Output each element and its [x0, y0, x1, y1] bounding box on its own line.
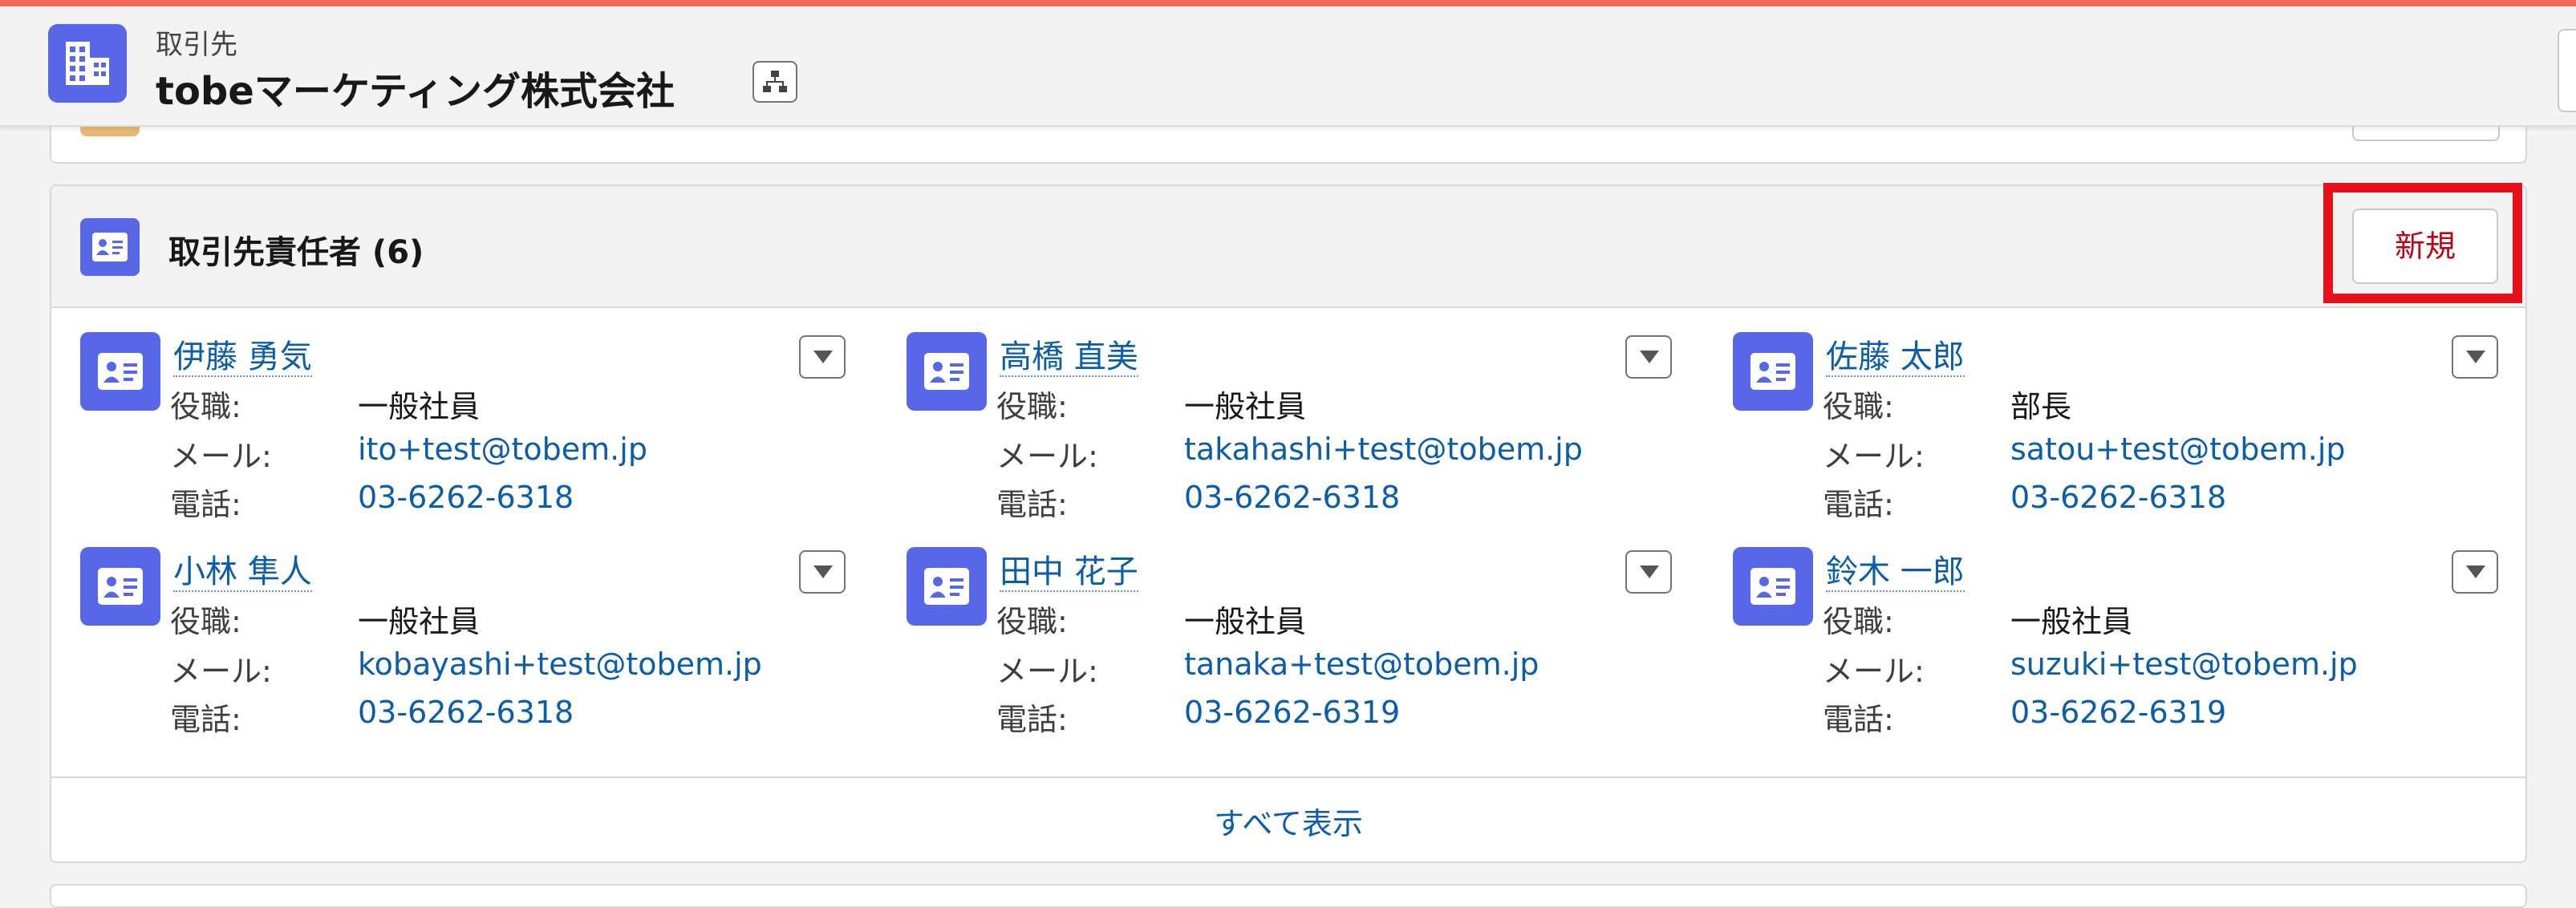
phone-link[interactable]: 03-6262-6318 — [1184, 480, 1400, 515]
contact-tile: 小林 隼人 役職: 一般社員 メール: kobayashi+test@tobem… — [80, 547, 882, 756]
contact-name-link[interactable]: 伊藤 勇気 — [173, 338, 312, 377]
contact-actions-button[interactable] — [1625, 335, 1672, 379]
email-link[interactable]: ito+test@tobem.jp — [358, 432, 647, 467]
contact-name-link[interactable]: 田中 花子 — [1000, 553, 1138, 592]
contact-avatar-icon — [907, 547, 987, 626]
chevron-down-icon — [1640, 351, 1659, 363]
contact-avatar-icon — [1733, 332, 1813, 411]
email-label: メール: — [170, 654, 272, 689]
email-label: メール: — [1823, 439, 1925, 474]
role-label: 役職: — [996, 604, 1068, 639]
role-label: 役職: — [1823, 604, 1894, 639]
header-action-button[interactable] — [2558, 29, 2576, 112]
contact-name-link[interactable]: 高橋 直美 — [1000, 338, 1138, 377]
contact-tile: 佐藤 太郎 役職: 部長 メール: satou+test@tobem.jp 電話… — [1733, 332, 2535, 541]
next-related-list-card — [50, 884, 2527, 908]
contact-avatar-icon — [80, 332, 160, 411]
email-label: メール: — [996, 654, 1098, 689]
contact-actions-button[interactable] — [2452, 335, 2498, 379]
contact-tile: 鈴木 一郎 役職: 一般社員 メール: suzuki+test@tobem.jp… — [1733, 547, 2535, 756]
object-type-label: 取引先 — [156, 29, 237, 61]
phone-label: 電話: — [1823, 702, 1894, 737]
email-link[interactable]: tanaka+test@tobem.jp — [1184, 647, 1539, 682]
phone-label: 電話: — [1823, 487, 1894, 522]
contact-actions-button[interactable] — [1625, 550, 1672, 594]
contact-avatar-icon — [80, 547, 160, 626]
email-link[interactable]: kobayashi+test@tobem.jp — [358, 647, 762, 682]
email-label: メール: — [996, 439, 1098, 474]
phone-label: 電話: — [996, 702, 1068, 737]
chevron-down-icon — [2466, 565, 2485, 578]
building-icon — [48, 24, 127, 103]
phone-label: 電話: — [170, 702, 241, 737]
phone-link[interactable]: 03-6262-6318 — [2010, 480, 2226, 515]
contact-card-icon — [80, 218, 140, 276]
record-title: tobeマーケティング株式会社 — [156, 69, 675, 114]
card-footer: すべて表示 — [51, 776, 2525, 863]
contact-actions-button[interactable] — [2452, 550, 2498, 594]
role-label: 役職: — [170, 604, 241, 639]
highlight-annotation-box — [2323, 183, 2522, 303]
phone-link[interactable]: 03-6262-6318 — [358, 695, 574, 730]
contact-name-link[interactable]: 佐藤 太郎 — [1826, 338, 1965, 377]
contact-name-link[interactable]: 鈴木 一郎 — [1826, 553, 1965, 592]
chevron-down-icon — [1640, 565, 1659, 578]
phone-link[interactable]: 03-6262-6318 — [358, 480, 574, 515]
email-link[interactable]: takahashi+test@tobem.jp — [1184, 432, 1583, 467]
role-label: 役職: — [1823, 389, 1894, 424]
role-value: 一般社員 — [2010, 604, 2133, 639]
contact-avatar-icon — [907, 332, 987, 411]
phone-label: 電話: — [170, 487, 241, 522]
chevron-down-icon — [813, 351, 833, 363]
contact-actions-button[interactable] — [799, 335, 846, 379]
chevron-down-icon — [2466, 351, 2485, 363]
phone-link[interactable]: 03-6262-6319 — [1184, 695, 1400, 730]
contact-tile: 高橋 直美 役職: 一般社員 メール: takahashi+test@tobem… — [907, 332, 1709, 541]
role-label: 役職: — [170, 389, 241, 424]
email-label: メール: — [170, 439, 272, 474]
hierarchy-icon — [763, 71, 787, 92]
role-value: 一般社員 — [358, 604, 481, 639]
contact-avatar-icon — [1733, 547, 1813, 626]
chevron-down-icon — [813, 565, 833, 578]
email-link[interactable]: satou+test@tobem.jp — [2010, 432, 2346, 467]
phone-link[interactable]: 03-6262-6319 — [2010, 695, 2226, 730]
top-accent-bar — [0, 0, 2576, 6]
role-value: 一般社員 — [1184, 604, 1307, 639]
view-all-link[interactable]: すべて表示 — [51, 799, 2525, 843]
contact-name-link[interactable]: 小林 隼人 — [173, 553, 312, 592]
card-header: 取引先責任者 (6) 新規 — [51, 186, 2525, 308]
email-link[interactable]: suzuki+test@tobem.jp — [2010, 647, 2358, 682]
role-value: 一般社員 — [1184, 389, 1307, 424]
role-value: 部長 — [2010, 389, 2072, 424]
contact-tile: 田中 花子 役職: 一般社員 メール: tanaka+test@tobem.jp… — [907, 547, 1709, 756]
role-value: 一般社員 — [358, 389, 481, 424]
email-label: メール: — [1823, 654, 1925, 689]
contacts-related-list: 取引先責任者 (6) 新規 伊藤 勇気 役職: 一般社員 メール: ito+te… — [50, 184, 2527, 863]
record-header: 取引先 tobeマーケティング株式会社 — [0, 6, 2576, 127]
view-hierarchy-button[interactable] — [753, 61, 797, 103]
phone-label: 電話: — [996, 487, 1068, 522]
role-label: 役職: — [996, 389, 1068, 424]
contact-tile: 伊藤 勇気 役職: 一般社員 メール: ito+test@tobem.jp 電話… — [80, 332, 882, 541]
contact-actions-button[interactable] — [799, 550, 846, 594]
card-title: 取引先責任者 (6) — [168, 234, 424, 271]
